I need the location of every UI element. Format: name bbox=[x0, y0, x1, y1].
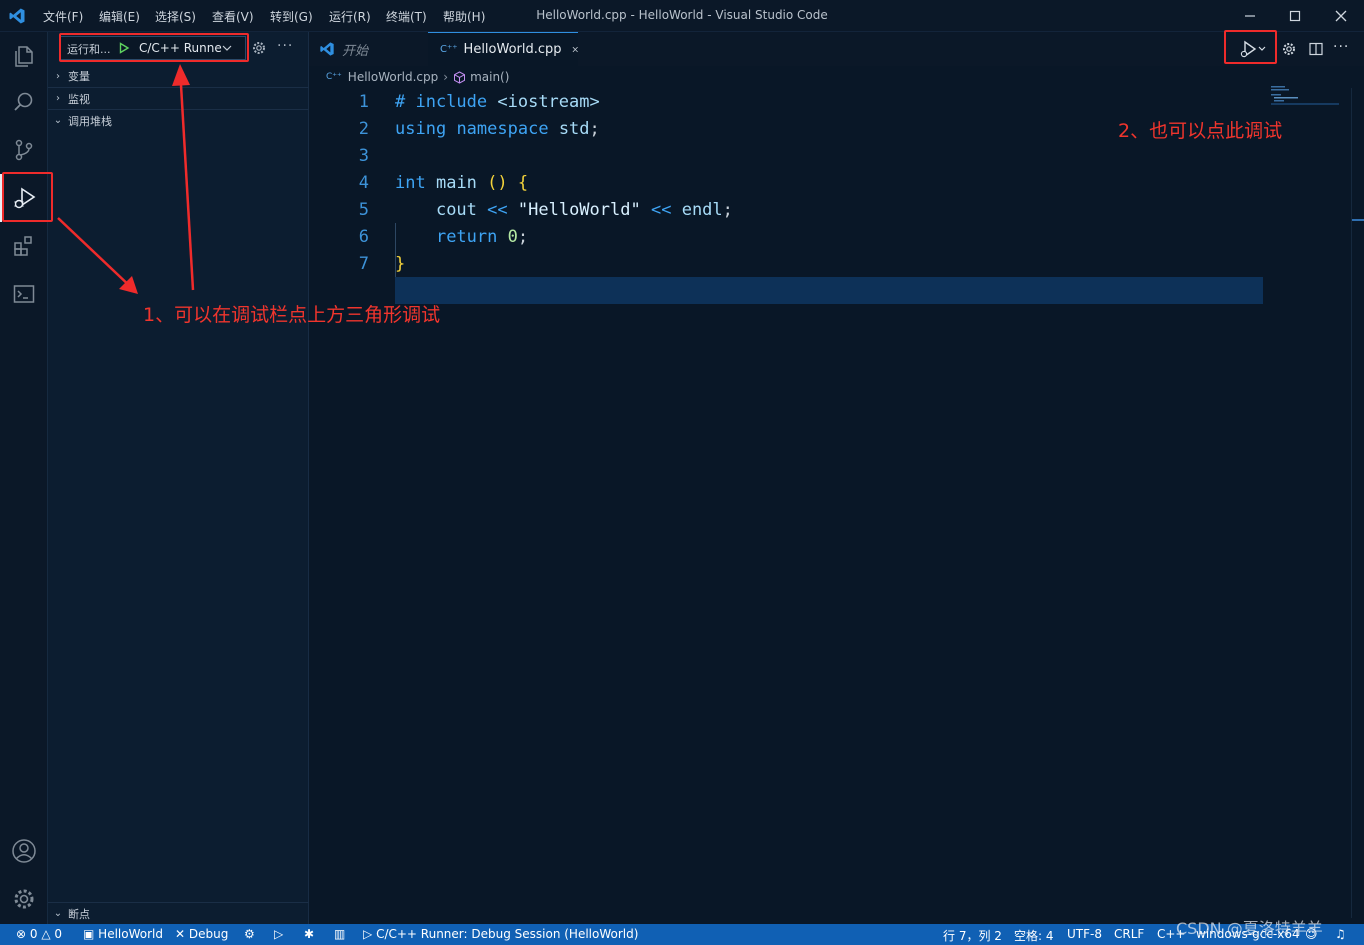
cursor-position[interactable]: 行 7，列 2 bbox=[943, 927, 1002, 944]
annotation-note-2: 2、也可以点此调试 bbox=[1118, 120, 1283, 142]
watermark: CSDN @夏洛特羊羊 bbox=[1176, 919, 1323, 938]
notifications-icon[interactable]: ♫ bbox=[1335, 927, 1346, 941]
debug-mode-indicator[interactable]: ✕ Debug bbox=[175, 927, 228, 941]
encoding[interactable]: UTF-8 bbox=[1067, 927, 1102, 941]
folder-name: HelloWorld bbox=[98, 927, 163, 941]
status-run-icon[interactable]: ▷ bbox=[274, 927, 283, 941]
error-count: 0 bbox=[29, 927, 38, 941]
debug-session-label: C/C++ Runner: Debug Session (HelloWorld) bbox=[376, 927, 639, 941]
warning-icon: △ bbox=[41, 927, 51, 941]
line-ending[interactable]: CRLF bbox=[1114, 927, 1144, 941]
status-trash-icon[interactable]: ▥ bbox=[334, 927, 345, 941]
tools-icon: ✕ bbox=[175, 927, 186, 941]
status-debug-icon[interactable]: ✱ bbox=[304, 927, 314, 941]
annotation-note-1: 1、可以在调试栏点上方三角形调试 bbox=[143, 304, 441, 326]
problems-indicator[interactable]: ⊗ 0 △ 0 bbox=[16, 927, 62, 941]
debug-label: Debug bbox=[188, 927, 229, 941]
status-gear-icon[interactable]: ⚙ bbox=[244, 927, 255, 941]
folder-icon: ▣ bbox=[83, 927, 95, 941]
debug-session-indicator[interactable]: ▷ C/C++ Runner: Debug Session (HelloWorl… bbox=[363, 927, 638, 941]
debug-session-icon: ▷ bbox=[363, 927, 373, 941]
error-icon: ⊗ bbox=[16, 927, 27, 941]
indentation[interactable]: 空格: 4 bbox=[1014, 927, 1054, 944]
warning-count: 0 bbox=[54, 927, 63, 941]
folder-indicator[interactable]: ▣ HelloWorld bbox=[83, 927, 163, 941]
status-bar: ⊗ 0 △ 0 ▣ HelloWorld ✕ Debug ⚙ ▷ ✱ ▥ ▷ C… bbox=[0, 924, 1364, 945]
